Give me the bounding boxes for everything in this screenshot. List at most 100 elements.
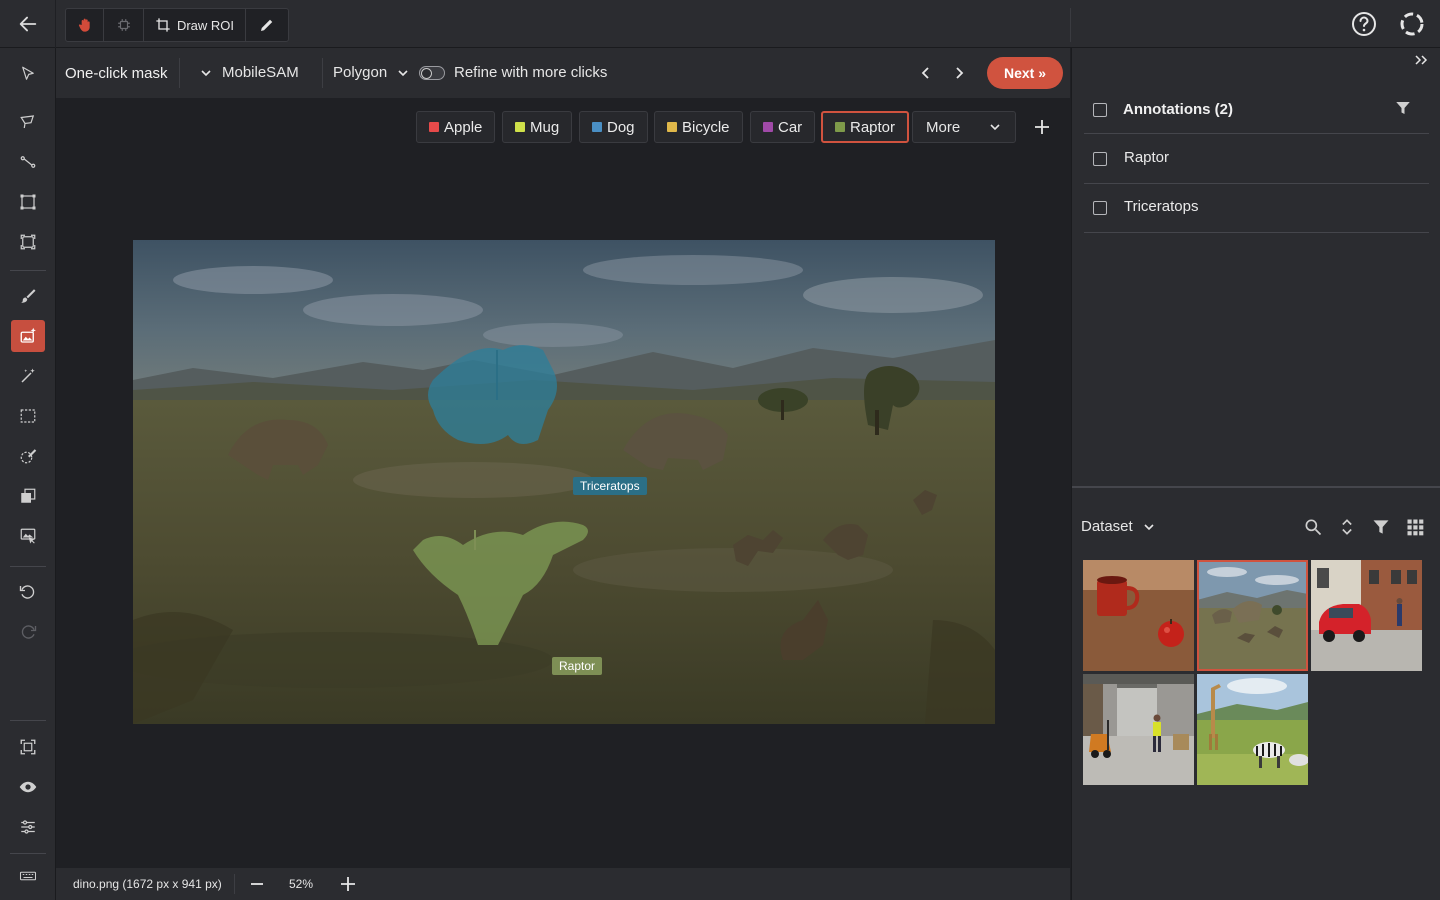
divider <box>10 853 46 854</box>
class-color-swatch <box>667 122 677 132</box>
crop-icon <box>156 18 170 32</box>
zoom-out-button[interactable] <box>247 874 267 894</box>
class-chip-raptor[interactable]: Raptor <box>821 111 910 143</box>
adjustments-button[interactable] <box>11 811 45 843</box>
chevron-down-icon <box>398 69 408 76</box>
sort-icon <box>1342 519 1352 535</box>
lasso-tool[interactable] <box>11 106 45 138</box>
dataset-label: Dataset <box>1081 518 1133 535</box>
divider <box>322 58 323 88</box>
collapse-panel-button[interactable] <box>1410 52 1432 68</box>
brush-tool[interactable] <box>11 280 45 312</box>
more-label: More <box>926 118 961 136</box>
filter-icon <box>1373 520 1389 534</box>
redo-button[interactable] <box>11 616 45 648</box>
back-button[interactable] <box>0 0 56 48</box>
dataset-grid-view-button[interactable] <box>1405 517 1425 537</box>
keyboard-icon <box>19 871 37 881</box>
annotation-checkbox[interactable] <box>1093 152 1107 166</box>
more-classes-dropdown[interactable]: More <box>912 111 1016 143</box>
annotations-header: Annotations (2) <box>1084 86 1429 134</box>
copy-mask-tool[interactable] <box>11 480 45 512</box>
cursor-icon <box>22 66 34 80</box>
help-button[interactable] <box>1350 10 1378 38</box>
street-car-thumbnail[interactable] <box>1311 560 1422 671</box>
dataset-select[interactable]: Dataset <box>1081 518 1155 535</box>
refine-label: Refine with more clicks <box>454 64 608 81</box>
undo-button[interactable] <box>11 576 45 608</box>
draw-roi-button[interactable]: Draw ROI <box>144 9 246 41</box>
class-label: Dog <box>607 118 635 136</box>
canvas-area[interactable]: Apple Mug Dog Bicycle Car Raptor More Tr… <box>56 98 1070 868</box>
annotation-item-raptor[interactable]: Raptor <box>1084 135 1429 184</box>
model-select[interactable]: MobileSAM <box>200 64 299 81</box>
dataset-search-button[interactable] <box>1303 517 1323 537</box>
model-value: MobileSAM <box>222 64 299 81</box>
plus-icon <box>341 877 355 891</box>
rectangle-select-tool[interactable] <box>11 400 45 432</box>
image-edit-tool[interactable] <box>11 520 45 552</box>
next-button[interactable]: Next » <box>987 57 1063 89</box>
rotated-box-tool[interactable] <box>11 226 45 258</box>
one-click-mask-tool[interactable] <box>11 320 45 352</box>
magic-wand-tool[interactable] <box>11 360 45 392</box>
class-color-swatch <box>835 122 845 132</box>
next-image-arrow-button[interactable] <box>947 62 971 84</box>
lasso-icon <box>20 115 35 129</box>
class-chip-mug[interactable]: Mug <box>502 111 573 143</box>
dashed-rect-icon <box>20 409 36 423</box>
chevron-right-icon <box>956 67 964 79</box>
draw-roi-label: Draw ROI <box>176 17 235 33</box>
annotation-checkbox[interactable] <box>1093 201 1107 215</box>
annotation-label-triceratops[interactable]: Triceratops <box>573 477 647 495</box>
pencil-icon <box>261 19 273 31</box>
auto-tool-button[interactable] <box>104 9 144 41</box>
select-tool[interactable] <box>11 58 45 90</box>
class-chip-bicycle[interactable]: Bicycle <box>654 111 743 143</box>
hand-tool-button[interactable] <box>66 9 104 41</box>
line-tool[interactable] <box>11 146 45 178</box>
class-label: Bicycle <box>682 118 730 136</box>
sliders-icon <box>21 820 35 834</box>
right-panel: Annotations (2) Raptor Triceratops Datas… <box>1071 48 1440 900</box>
zoom-level: 52% <box>289 877 314 891</box>
bounding-box-tool[interactable] <box>11 186 45 218</box>
annotation-item-triceratops[interactable]: Triceratops <box>1084 184 1429 233</box>
chevron-left-icon <box>921 67 929 79</box>
smart-brush-tool[interactable] <box>11 440 45 472</box>
class-color-swatch <box>763 122 773 132</box>
class-label: Mug <box>530 118 560 136</box>
dino-thumbnail[interactable] <box>1197 560 1308 671</box>
annotation-label-raptor[interactable]: Raptor <box>552 657 603 675</box>
dataset-sort-button[interactable] <box>1337 517 1357 537</box>
help-circle-icon <box>1352 12 1376 36</box>
select-all-checkbox[interactable] <box>1093 103 1107 117</box>
undo-icon <box>19 585 35 599</box>
annotation-name: Raptor <box>1124 149 1170 166</box>
keyboard-shortcuts-button[interactable] <box>11 860 45 892</box>
zoom-in-button[interactable] <box>338 874 358 894</box>
magic-wand-icon <box>21 368 35 383</box>
class-chip-apple[interactable]: Apple <box>416 111 496 143</box>
eye-icon <box>19 781 37 793</box>
previous-image-button[interactable] <box>914 62 938 84</box>
edit-tool-button[interactable] <box>246 9 288 41</box>
dataset-filter-button[interactable] <box>1371 517 1391 537</box>
dataset-header: Dataset <box>1072 488 1440 558</box>
chip-icon <box>117 19 130 31</box>
chevron-down-icon <box>201 69 211 76</box>
output-type-select[interactable]: Polygon <box>333 64 409 81</box>
visibility-button[interactable] <box>11 771 45 803</box>
left-toolbar <box>0 48 56 900</box>
warehouse-thumbnail[interactable] <box>1083 674 1194 785</box>
refine-toggle[interactable] <box>419 66 445 80</box>
annotations-filter-button[interactable] <box>1394 99 1412 117</box>
class-chip-dog[interactable]: Dog <box>579 111 648 143</box>
arrow-left-icon <box>19 16 36 32</box>
class-chip-car[interactable]: Car <box>750 111 816 143</box>
savanna-thumbnail[interactable] <box>1197 674 1308 785</box>
fit-screen-button[interactable] <box>11 731 45 763</box>
annotated-image[interactable]: Triceratops Raptor <box>133 240 995 724</box>
mug-apple-thumbnail[interactable] <box>1083 560 1194 671</box>
add-class-button[interactable] <box>1032 116 1052 138</box>
